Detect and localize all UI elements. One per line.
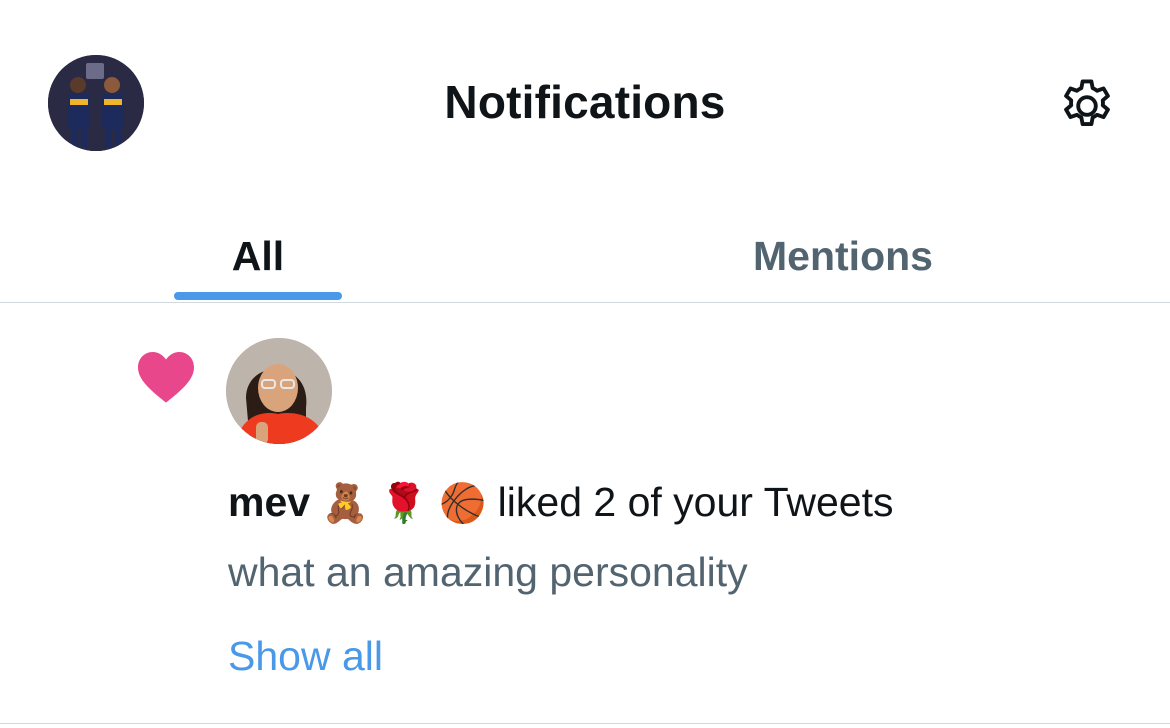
teddy-bear-emoji: 🧸 <box>321 481 369 525</box>
rose-emoji: 🌹 <box>380 481 428 525</box>
tab-mentions[interactable]: Mentions <box>700 210 986 300</box>
notification-item[interactable]: mev 🧸 🌹 🏀 liked 2 of your Tweets what an… <box>0 303 1170 724</box>
user-avatar[interactable] <box>226 338 332 444</box>
gear-icon <box>1064 79 1110 127</box>
active-tab-indicator <box>174 292 342 300</box>
show-all-link[interactable]: Show all <box>228 631 383 681</box>
settings-button[interactable] <box>1052 73 1122 139</box>
notification-action: liked 2 of your Tweets <box>497 479 894 525</box>
notification-summary: mev 🧸 🌹 🏀 liked 2 of your Tweets <box>228 477 893 528</box>
tab-bar: All Mentions <box>0 190 1170 303</box>
heart-icon <box>134 345 198 407</box>
username[interactable]: mev <box>228 479 310 525</box>
top-bar: Notifications <box>0 0 1170 190</box>
basketball-emoji: 🏀 <box>438 481 487 525</box>
page-title: Notifications <box>444 76 726 128</box>
tab-all[interactable]: All <box>174 210 342 300</box>
tweet-preview[interactable]: what an amazing personality <box>228 547 748 597</box>
avatar-image <box>226 338 332 444</box>
